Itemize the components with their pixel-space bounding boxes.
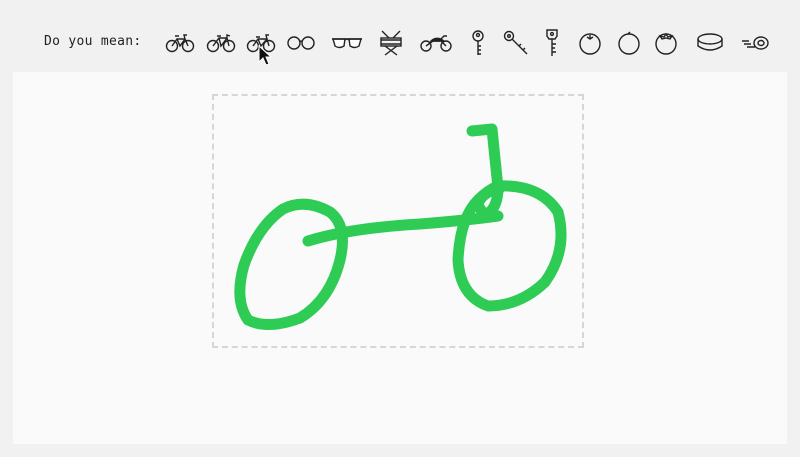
sketch-drawing bbox=[234, 123, 567, 330]
sketch-strokes bbox=[234, 123, 567, 330]
sketch-left-wheel bbox=[234, 198, 348, 330]
sketch-handlebar bbox=[466, 123, 506, 219]
